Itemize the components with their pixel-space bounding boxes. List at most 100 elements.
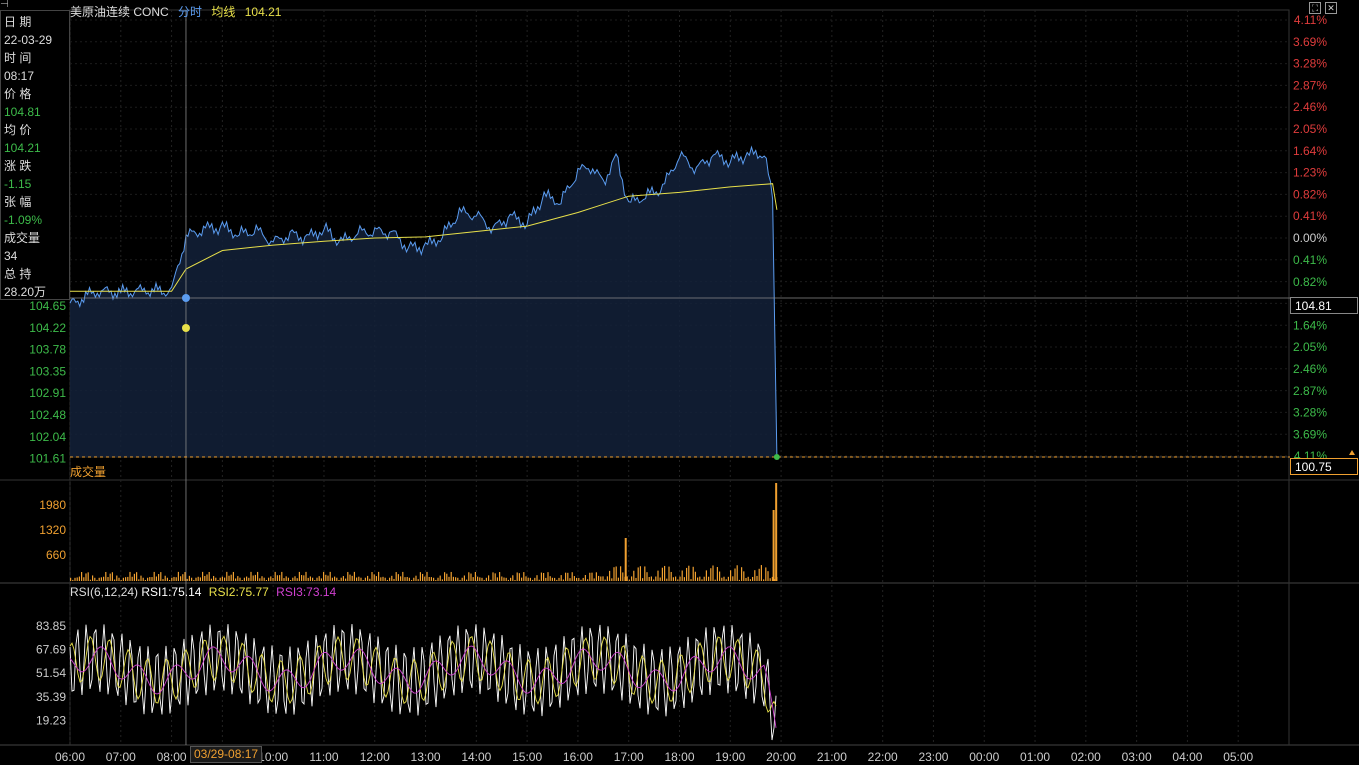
volume-bar xyxy=(450,571,452,581)
rsi-tick-label: 35.39 xyxy=(36,690,66,704)
volume-bar xyxy=(197,576,199,581)
volume-bar xyxy=(639,566,641,581)
volume-bar xyxy=(474,571,476,581)
volume-bar xyxy=(235,578,237,581)
volume-bar xyxy=(422,573,424,581)
chart-canvas[interactable]: 104.65 104.22 103.78 103.35 102.91 102.48 102.… xyxy=(0,0,1359,765)
time-tick-label: 07:00 xyxy=(106,750,136,764)
time-tick-label: 23:00 xyxy=(918,750,948,764)
volume-bar xyxy=(195,577,197,581)
volume-bar xyxy=(719,571,721,581)
volume-bar xyxy=(481,577,483,581)
volume-bar xyxy=(611,578,613,581)
price-tick-label: 103.35 xyxy=(29,364,66,378)
volume-bar xyxy=(743,571,745,581)
volume-bar xyxy=(657,570,659,581)
volume-bar xyxy=(193,579,195,581)
pct-tick-label: 3.28% xyxy=(1293,406,1327,420)
volume-bar xyxy=(175,577,177,581)
volume-bar xyxy=(441,579,443,581)
volume-bar xyxy=(380,577,382,581)
volume-bar xyxy=(129,571,131,581)
volume-bar xyxy=(177,571,179,581)
volume-bar xyxy=(655,576,657,581)
volume-bar xyxy=(382,576,384,581)
volume-bar xyxy=(532,579,534,581)
volume-bar xyxy=(239,577,241,581)
volume-bar xyxy=(296,578,298,581)
volume-bar xyxy=(672,577,674,581)
rsi-header: RSI(6,12,24) RSI1:75.14 RSI2:75.77 RSI3:… xyxy=(70,585,336,599)
price-tick-label: 101.61 xyxy=(29,452,66,466)
time-tick-label: 03:00 xyxy=(1122,750,1152,764)
volume-bar xyxy=(545,577,547,581)
volume-bar xyxy=(580,579,582,581)
volume-bar xyxy=(701,579,703,581)
mode-label[interactable]: 分时 xyxy=(178,5,202,19)
volume-bar xyxy=(708,576,710,581)
volume-bar xyxy=(565,572,567,581)
volume-bar xyxy=(602,576,604,581)
time-tick-label: 08:00 xyxy=(157,750,187,764)
pct-tick-label: 0.41% xyxy=(1293,209,1327,223)
volume-bar xyxy=(136,572,138,581)
volume-bar xyxy=(303,575,305,581)
time-value: 08:17 xyxy=(4,69,35,83)
volume-bar xyxy=(325,574,327,581)
rsi-tick-label: 19.23 xyxy=(36,713,66,727)
volume-bar xyxy=(345,578,347,581)
volume-bar xyxy=(257,571,259,581)
volume-bar xyxy=(716,566,718,581)
volume-bar xyxy=(457,577,459,581)
volume-bar xyxy=(206,574,208,581)
time-tick-label: 15:00 xyxy=(512,750,542,764)
volume-bar xyxy=(589,572,591,581)
pct-tick-label: 0.82% xyxy=(1293,275,1327,289)
volume-bar xyxy=(261,576,263,581)
volume-bar xyxy=(573,576,575,581)
volume-bar xyxy=(397,574,399,581)
pct-tick-label: 1.64% xyxy=(1293,144,1327,158)
volume-bar xyxy=(626,576,628,581)
volume-bar xyxy=(290,579,292,581)
volume-bar xyxy=(331,577,333,581)
volume-bar xyxy=(182,574,184,581)
volume-bar xyxy=(94,577,96,581)
volume-bar xyxy=(226,571,228,581)
rsi-params: RSI(6,12,24) xyxy=(70,585,139,599)
volume-bar xyxy=(74,577,76,581)
volume-bar xyxy=(727,576,729,581)
volume-bar xyxy=(279,575,281,581)
volume-bar xyxy=(582,577,584,581)
volume-bar xyxy=(389,577,391,581)
pct-tick-label: 2.46% xyxy=(1293,100,1327,114)
volume-bar xyxy=(327,575,329,581)
volume-bar xyxy=(166,577,168,581)
volume-bar xyxy=(298,571,300,581)
cursor-time-tag: 03/29-08:17 xyxy=(190,746,263,763)
pct-label: 张 幅 xyxy=(4,195,32,209)
volume-bar xyxy=(538,579,540,581)
volume-bar xyxy=(525,576,527,581)
volume-bar xyxy=(109,573,111,581)
volume-bar xyxy=(169,579,171,581)
volume-bar xyxy=(606,576,608,581)
volume-bar xyxy=(646,572,648,581)
volume-bar xyxy=(210,578,212,581)
fullscreen-icon[interactable]: ⛶ xyxy=(1309,2,1321,14)
volume-bar xyxy=(329,571,331,581)
volume-bar xyxy=(494,573,496,581)
volume-bar xyxy=(437,577,439,581)
volume-bar xyxy=(191,577,193,581)
volume-bar xyxy=(661,567,663,581)
volume-bar xyxy=(241,579,243,581)
time-tick-label: 13:00 xyxy=(411,750,441,764)
volume-bar xyxy=(741,567,743,581)
volume-bar xyxy=(637,567,639,581)
close-icon[interactable]: ✕ xyxy=(1325,2,1337,14)
volume-bar xyxy=(692,566,694,581)
volume-bar xyxy=(103,576,105,581)
price-tick-label: 102.04 xyxy=(29,430,66,444)
volume-bar xyxy=(404,577,406,581)
volume-bar xyxy=(567,572,569,581)
